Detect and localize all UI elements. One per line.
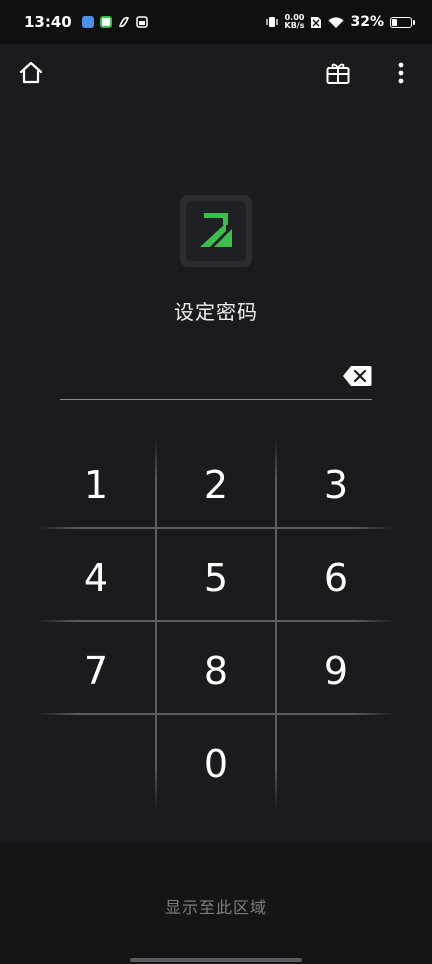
- battery-icon: [390, 16, 415, 28]
- wifi-icon: [328, 16, 344, 29]
- net-speed-unit: KB/s: [284, 21, 305, 30]
- home-indicator[interactable]: [130, 958, 302, 962]
- backspace-icon: [342, 365, 372, 391]
- more-options-button[interactable]: [381, 55, 421, 95]
- top-app-bar: [0, 44, 432, 106]
- more-vert-icon: [397, 62, 405, 88]
- status-bar: 13:40 0.00 KB/s 32%: [0, 0, 432, 44]
- lock-logo-icon: [196, 209, 236, 253]
- status-right: 0.00 KB/s 32%: [265, 0, 415, 44]
- app-logo: [180, 195, 252, 267]
- notification-app-icon-green: [99, 16, 112, 28]
- key-6[interactable]: 6: [276, 531, 396, 624]
- status-time: 13:40: [24, 13, 72, 31]
- numeric-keypad: 1 2 3 4 5 6 7 8 9 0: [36, 438, 396, 810]
- key-3[interactable]: 3: [276, 438, 396, 531]
- page-title: 设定密码: [174, 300, 258, 324]
- net-speed: 0.00 KB/s: [285, 14, 305, 30]
- pin-input[interactable]: [60, 364, 372, 400]
- key-1[interactable]: 1: [36, 438, 156, 531]
- battery-fill: [392, 18, 398, 26]
- key-2[interactable]: 2: [156, 438, 276, 531]
- notification-app-icon-blue: [81, 16, 94, 28]
- key-0[interactable]: 0: [156, 717, 276, 810]
- gift-button[interactable]: [318, 55, 358, 95]
- key-5[interactable]: 5: [156, 531, 276, 624]
- bottom-area: 显示至此区域: [0, 842, 432, 964]
- notification-app-icon-box: [136, 16, 148, 28]
- home-button[interactable]: [11, 55, 51, 95]
- no-sim-icon: [310, 16, 322, 29]
- notification-app-icon-white: [118, 16, 130, 28]
- vibrate-icon: [265, 15, 279, 29]
- backspace-button[interactable]: [342, 366, 372, 390]
- bottom-area-label: 显示至此区域: [164, 898, 267, 917]
- battery-percent: 32%: [350, 14, 384, 30]
- gift-icon: [325, 60, 351, 90]
- key-4[interactable]: 4: [36, 531, 156, 624]
- app-logo-inner: [186, 201, 246, 261]
- status-left: 13:40: [24, 0, 148, 44]
- home-icon: [18, 60, 44, 90]
- key-8[interactable]: 8: [156, 624, 276, 717]
- key-9[interactable]: 9: [276, 624, 396, 717]
- key-7[interactable]: 7: [36, 624, 156, 717]
